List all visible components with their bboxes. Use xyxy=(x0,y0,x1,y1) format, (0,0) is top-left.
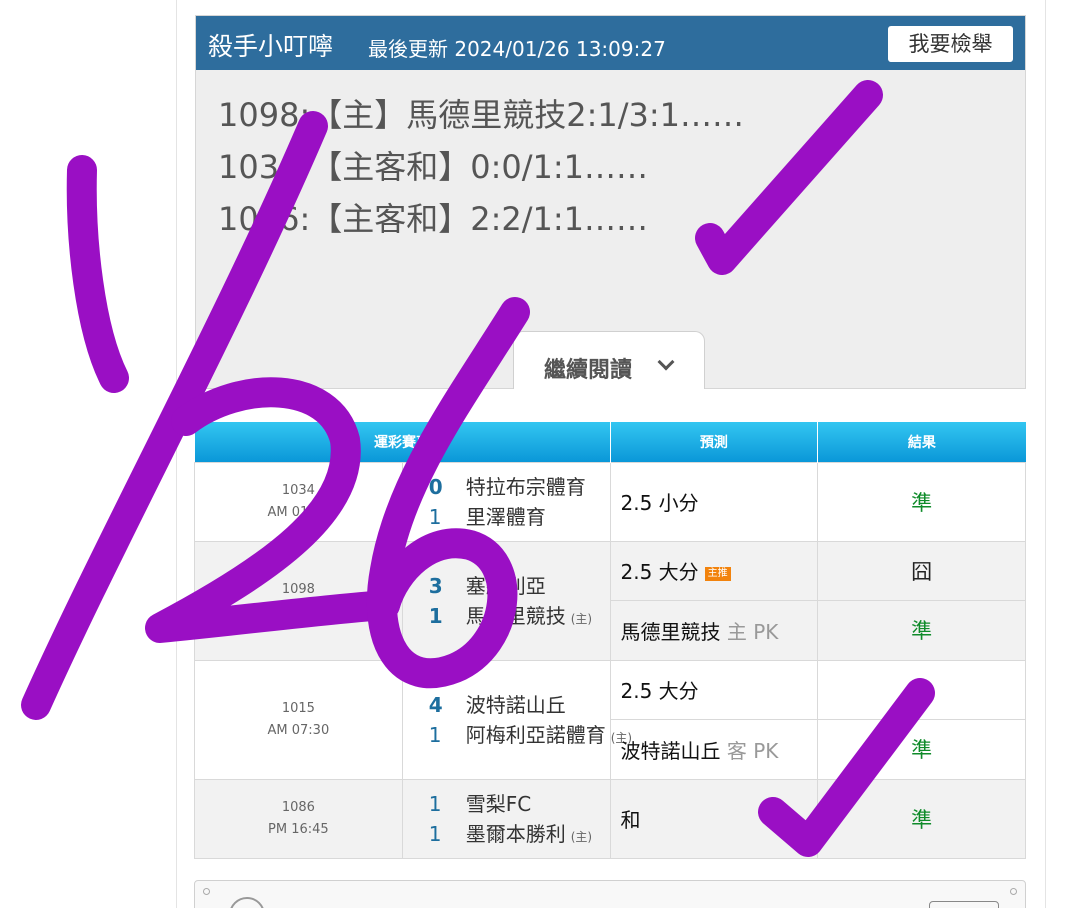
team-score: 1 xyxy=(428,821,442,846)
team-line: 1 雪梨FC xyxy=(429,789,610,819)
table-row: 1034 AM 01:00 0 特拉布宗體育 1 里澤體育 2.5 小分 準 xyxy=(194,461,1026,542)
team-name[interactable]: 塞維利亞 xyxy=(466,574,546,598)
match-number[interactable]: 1034 xyxy=(195,480,402,502)
matches-table: 運彩賽事 預測 結果 1034 AM 01:00 0 特拉布宗體育 1 里澤體育 2… xyxy=(194,422,1026,859)
team-name[interactable]: 雪梨FC xyxy=(466,792,531,816)
match-id-cell: 1086 PM 16:45 xyxy=(194,778,403,859)
match-time: AM 04:00 xyxy=(267,603,330,619)
prediction-cell: 2.5 大分 xyxy=(609,659,819,720)
team-line: 1 馬德里競技 (主) xyxy=(429,601,610,631)
prediction-text: 波特諾山丘 xyxy=(620,738,721,763)
team-name[interactable]: 特拉布宗體育 xyxy=(466,475,586,499)
header-prediction: 預測 xyxy=(610,422,819,462)
record-button[interactable] xyxy=(929,901,999,908)
read-more-button[interactable]: 繼續閱讀 xyxy=(513,331,705,389)
prediction-line: 1034:【主客和】0:0/1:1…… xyxy=(218,148,649,186)
corner-dot-icon xyxy=(203,888,210,895)
match-id-cell: 1015 AM 07:30 xyxy=(194,659,403,780)
result-cell: 準 xyxy=(817,461,1026,542)
author-name[interactable]: 殺手小叮嚀 xyxy=(208,27,333,63)
prediction-cell: 和 xyxy=(609,778,819,859)
team-line: 4 波特諾山丘 xyxy=(429,690,610,720)
team-score: 4 xyxy=(428,692,443,717)
header-result: 結果 xyxy=(817,422,1026,462)
team-name[interactable]: 馬德里競技 xyxy=(466,604,566,628)
prediction-cell: 馬德里競技 主 PK xyxy=(609,599,819,661)
match-id-cell: 1098 AM 04:00 xyxy=(194,540,403,661)
team-line: 1 里澤體育 xyxy=(429,502,610,532)
team-score: 1 xyxy=(428,603,443,628)
header-matches: 運彩賽事 xyxy=(194,422,611,462)
prediction-text: 2.5 大分 xyxy=(620,560,699,584)
card-header: 殺手小叮嚀 最後更新 2024/01/26 13:09:27 我要檢舉 xyxy=(196,16,1025,70)
table-row: 1015 AM 07:30 4 波特諾山丘 1 阿梅利亞諾體育 (主) 2.5 大分 … xyxy=(194,659,1026,780)
table-row: 1086 PM 16:45 1 雪梨FC 1 墨爾本勝利 (主) 和 準 xyxy=(194,778,1026,859)
read-more-label: 繼續閱讀 xyxy=(544,358,633,383)
result-cell: 準 xyxy=(817,659,1026,720)
team-name[interactable]: 波特諾山丘 xyxy=(466,693,566,717)
prediction-text: 2.5 小分 xyxy=(620,491,699,515)
chevron-down-icon xyxy=(657,353,675,371)
team-score: 1 xyxy=(428,791,442,816)
table-row: 1098 AM 04:00 3 塞維利亞 1 馬德里競技 (主) 2.5 大分 主推 囧 xyxy=(194,540,1026,661)
team-score: 0 xyxy=(428,474,443,499)
prediction-cell: 2.5 小分 xyxy=(609,461,819,542)
match-number[interactable]: 1098 xyxy=(195,579,402,601)
result-cell: 準 xyxy=(817,718,1026,780)
home-tag: (主) xyxy=(570,611,593,626)
result-cell: 囧 xyxy=(817,540,1026,601)
team-name[interactable]: 墨爾本勝利 xyxy=(466,822,566,846)
record-card[interactable] xyxy=(194,880,1026,908)
team-name[interactable]: 阿梅利亞諾體育 xyxy=(466,723,606,747)
team-line: 0 特拉布宗體育 xyxy=(429,472,610,502)
prediction-side: 客 PK xyxy=(726,738,779,763)
prediction-text: 2.5 大分 xyxy=(620,679,699,703)
home-tag: (主) xyxy=(570,829,593,844)
teams-cell: 1 雪梨FC 1 墨爾本勝利 (主) xyxy=(401,778,611,859)
match-time: PM 16:45 xyxy=(268,821,329,837)
match-number[interactable]: 1086 xyxy=(195,797,402,819)
teams-cell: 3 塞維利亞 1 馬德里競技 (主) xyxy=(401,540,611,661)
prediction-text: 馬德里競技 xyxy=(620,619,721,644)
team-line: 3 塞維利亞 xyxy=(429,571,610,601)
result-cell: 準 xyxy=(817,778,1026,859)
handwritten-one-stroke xyxy=(66,155,129,393)
team-score: 3 xyxy=(428,573,443,598)
match-id-cell: 1034 AM 01:00 xyxy=(194,461,403,542)
prediction-line: 1086:【主客和】2:2/1:1…… xyxy=(218,200,649,238)
team-name[interactable]: 里澤體育 xyxy=(466,505,546,529)
prediction-side: 主 PK xyxy=(726,619,779,644)
teams-cell: 4 波特諾山丘 1 阿梅利亞諾體育 (主) xyxy=(401,659,632,780)
match-number[interactable]: 1015 xyxy=(195,698,402,720)
prediction-cell: 波特諾山丘 客 PK xyxy=(609,718,819,780)
match-time: AM 07:30 xyxy=(267,722,330,738)
result-cell: 準 xyxy=(817,599,1026,661)
team-score: 1 xyxy=(428,504,442,529)
prediction-line: 1098:【主】馬德里競技2:1/3:1…… xyxy=(218,96,745,134)
prediction-list: 1098:【主】馬德里競技2:1/3:1…… 1034:【主客和】0:0/1:1… xyxy=(218,89,744,245)
match-time: AM 01:00 xyxy=(267,504,330,520)
team-line: 1 墨爾本勝利 (主) xyxy=(429,819,610,849)
team-score: 1 xyxy=(428,722,442,747)
report-button[interactable]: 我要檢舉 xyxy=(888,26,1013,62)
last-updated: 最後更新 2024/01/26 13:09:27 xyxy=(368,37,666,61)
avatar xyxy=(229,897,265,908)
prediction-text: 和 xyxy=(620,808,641,832)
corner-dot-icon xyxy=(1010,888,1017,895)
team-line: 1 阿梅利亞諾體育 (主) xyxy=(428,720,632,750)
top-pick-badge: 主推 xyxy=(704,567,731,581)
table-header-row: 運彩賽事 預測 結果 xyxy=(194,422,1026,462)
prediction-cell: 2.5 大分 主推 xyxy=(609,540,819,601)
teams-cell: 0 特拉布宗體育 1 里澤體育 xyxy=(401,461,611,542)
